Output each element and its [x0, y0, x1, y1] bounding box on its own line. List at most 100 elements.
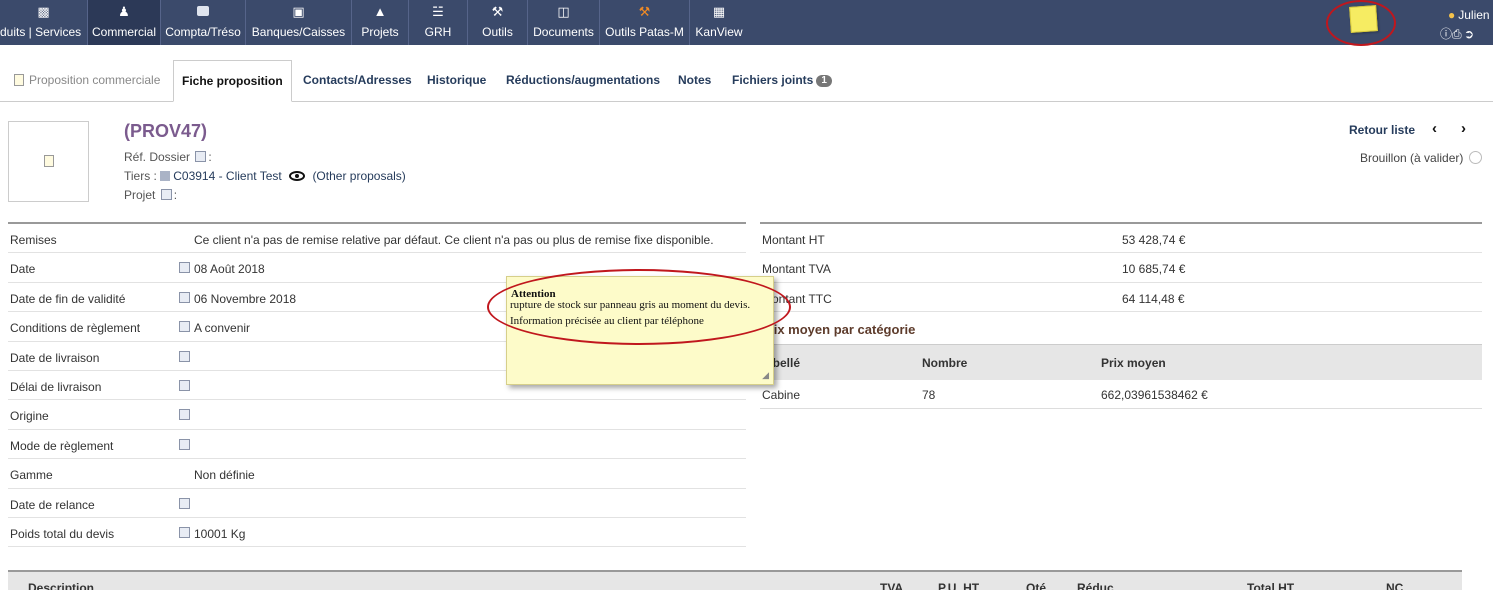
commercial-icon: ♟	[118, 4, 130, 19]
bank-icon: ▣	[292, 4, 305, 19]
eye-icon[interactable]	[289, 171, 306, 181]
documents-icon: ◫	[557, 4, 570, 19]
field-value: Ce client n'a pas de remise relative par…	[194, 233, 714, 247]
other-proposals-link[interactable]: (Other proposals)	[312, 169, 405, 183]
edit-icon[interactable]	[179, 438, 190, 450]
edit-icon[interactable]	[195, 151, 207, 162]
user-icon: ●	[1448, 8, 1456, 22]
table-row: Cabine 78 662,03961538462 €	[760, 380, 1482, 409]
company-icon	[160, 171, 171, 181]
tab-bar: Proposition commerciale Fiche propositio…	[0, 60, 1493, 102]
menu-accounting[interactable]: Compta/Tréso	[161, 0, 246, 45]
proposal-ref: (PROV47)	[124, 121, 208, 141]
edit-icon[interactable]	[179, 497, 190, 509]
project-icon: ▲	[373, 4, 387, 19]
field-row: Date de relance	[8, 489, 746, 518]
amounts-table: Montant HT 53 428,74 € Montant TVA 10 685,7…	[760, 222, 1482, 313]
document-thumbnail	[8, 121, 89, 202]
field-row: Gamme Non définie	[8, 459, 746, 489]
edit-icon[interactable]	[179, 350, 190, 362]
highlight-circle	[487, 269, 791, 345]
field-label: Date de livraison	[10, 350, 100, 365]
avg-header-count: Nombre	[922, 356, 968, 370]
col-description: Description	[28, 581, 95, 590]
field-label: Délai de livraison	[10, 379, 102, 394]
document-icon	[44, 155, 54, 167]
avg-price-table: Libellé Nombre Prix moyen Cabine 78 662,…	[760, 344, 1482, 409]
avg-price-title: Prix moyen par catégorie	[760, 322, 916, 337]
tab-attachments[interactable]: Fichiers joints 1	[732, 60, 832, 102]
col-vat: TVA	[880, 581, 904, 590]
edit-icon[interactable]	[179, 526, 190, 538]
field-row: Poids total du devis 10001 Kg	[8, 518, 746, 548]
kanban-icon: ▦	[712, 4, 726, 19]
tab-history[interactable]: Historique	[427, 60, 486, 102]
tab-discounts[interactable]: Réductions/augmentations	[506, 60, 660, 102]
info-icon[interactable]: ⓘ	[1440, 25, 1452, 41]
menu-hr[interactable]: ☱ GRH	[409, 0, 468, 45]
tiers-link[interactable]: C03914 - Client Test	[173, 169, 282, 183]
hr-icon: ☱	[432, 4, 444, 19]
field-label: Origine	[10, 409, 49, 424]
col-unit-price: P.U. HT	[938, 581, 980, 590]
logout-icon[interactable]: ➲	[1464, 27, 1476, 41]
menu-projects[interactable]: ▲ Projets	[352, 0, 409, 45]
field-label: Date de fin de validité	[10, 291, 126, 306]
avg-price-header: Libellé Nombre Prix moyen	[760, 344, 1482, 380]
ref-dossier-line: Réf. Dossier :	[124, 150, 212, 164]
user-menu[interactable]: ● Julien	[1448, 8, 1490, 22]
menu-commercial[interactable]: ♟ Commercial	[88, 0, 161, 45]
field-value: 10001 Kg	[194, 526, 246, 541]
tab-contacts[interactable]: Contacts/Adresses	[303, 60, 412, 102]
tab-notes[interactable]: Notes	[678, 60, 711, 102]
amount-label: Montant TVA	[762, 262, 831, 277]
tools-icon: ⚒	[491, 4, 504, 19]
top-tools: ⓘ⎙➲	[1440, 25, 1476, 41]
menu-tools-patas[interactable]: ⚒ Outils Patas-M	[600, 0, 690, 45]
edit-icon[interactable]	[179, 262, 190, 274]
project-line: Projet :	[124, 188, 178, 202]
field-value: 08 Août 2018	[194, 262, 265, 277]
avg-header-price: Prix moyen	[1101, 356, 1166, 370]
tab-proposal-card[interactable]: Fiche proposition	[173, 60, 292, 102]
field-label: Date	[10, 262, 36, 277]
field-value: Non définie	[194, 468, 255, 483]
edit-icon[interactable]	[179, 291, 190, 303]
menu-kanview[interactable]: ▦ KanView	[690, 0, 748, 45]
edit-icon[interactable]	[179, 409, 190, 421]
edit-icon[interactable]	[179, 321, 190, 333]
edit-icon[interactable]	[160, 189, 172, 200]
highlight-circle	[1326, 0, 1396, 46]
amount-value: 10 685,74 €	[1122, 262, 1186, 277]
col-discount: Réduc.	[1077, 581, 1118, 590]
back-to-list-link[interactable]: Retour liste	[1349, 123, 1415, 137]
menu-banks[interactable]: ▣ Banques/Caisses	[246, 0, 352, 45]
amount-value: 64 114,48 €	[1122, 291, 1185, 306]
field-value: A convenir	[194, 321, 251, 336]
menu-products-services[interactable]: ▩ duits | Services	[0, 0, 88, 45]
menu-documents[interactable]: ◫ Documents	[528, 0, 600, 45]
attachment-count-badge: 1	[816, 75, 832, 87]
field-label: Conditions de règlement	[10, 321, 141, 336]
field-label: Remises	[10, 233, 57, 247]
amount-label: Montant HT	[762, 233, 825, 247]
print-icon[interactable]: ⎙	[1452, 27, 1464, 41]
resize-grip-icon[interactable]: ◢	[762, 370, 769, 381]
amount-row: Montant TTC 64 114,48 €	[760, 283, 1482, 313]
next-arrow-icon[interactable]: ›	[1461, 120, 1466, 137]
col-nc: NC	[1386, 581, 1404, 590]
products-icon: ▩	[37, 4, 50, 19]
hammer-icon: ⚒	[638, 4, 651, 19]
amount-value: 53 428,74 €	[1122, 233, 1186, 247]
field-label: Poids total du devis	[10, 526, 115, 541]
status-circle-icon	[1469, 151, 1482, 164]
tab-proposal[interactable]: Proposition commerciale	[14, 60, 160, 102]
col-total-ht: Total HT	[1247, 581, 1295, 590]
edit-icon[interactable]	[179, 379, 190, 391]
top-menu-bar: ▩ duits | Services ♟ Commercial Compta/T…	[0, 0, 1493, 46]
status-label: Brouillon (à valider)	[1360, 151, 1464, 165]
tiers-line: Tiers : C03914 - Client Test (Other prop…	[124, 169, 406, 183]
menu-tools[interactable]: ⚒ Outils	[468, 0, 528, 45]
previous-arrow-icon[interactable]: ‹	[1432, 120, 1437, 137]
field-label: Gamme	[10, 468, 53, 483]
